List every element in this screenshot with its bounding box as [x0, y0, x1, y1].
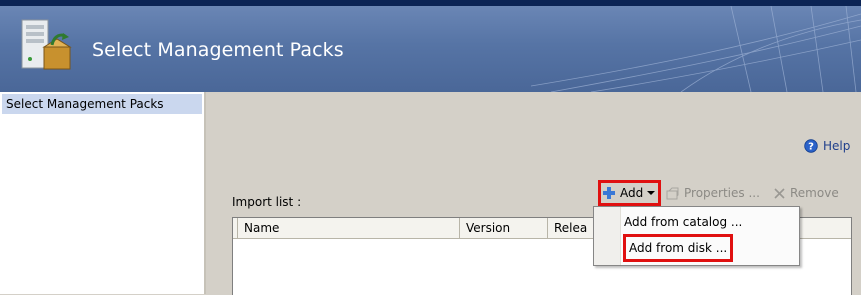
menu-gutter	[594, 207, 621, 265]
header-decoration	[531, 6, 861, 92]
add-button[interactable]: Add	[598, 180, 662, 206]
menu-item-add-from-disk[interactable]: Add from disk ...	[622, 234, 734, 262]
wizard-header: Select Management Packs	[0, 6, 861, 92]
properties-icon	[666, 187, 679, 200]
help-icon: ?	[804, 139, 818, 153]
properties-button[interactable]: Properties ...	[666, 184, 760, 202]
page-title: Select Management Packs	[92, 39, 344, 61]
column-header-version[interactable]: Version	[460, 218, 548, 238]
chevron-down-icon	[647, 191, 656, 195]
close-icon	[774, 187, 785, 199]
sidebar-item-select-management-packs[interactable]: Select Management Packs	[2, 94, 202, 114]
add-button-label: Add	[620, 186, 644, 200]
help-link[interactable]: ? Help	[804, 137, 850, 155]
column-header-name[interactable]: Name	[238, 218, 460, 238]
properties-button-label: Properties ...	[684, 186, 760, 200]
svg-text:?: ?	[808, 142, 814, 153]
import-list-label: Import list :	[232, 195, 302, 209]
help-label: Help	[823, 139, 851, 153]
remove-button[interactable]: Remove	[773, 184, 839, 202]
sidebar-divider	[204, 92, 206, 294]
add-dropdown-menu: Add from catalog ... Add from disk ...	[593, 206, 800, 266]
wizard-sidebar: Select Management Packs	[0, 92, 204, 294]
menu-item-add-from-catalog[interactable]: Add from catalog ...	[624, 211, 742, 233]
management-pack-icon	[21, 19, 72, 70]
plus-icon	[603, 187, 615, 199]
remove-button-label: Remove	[790, 186, 839, 200]
